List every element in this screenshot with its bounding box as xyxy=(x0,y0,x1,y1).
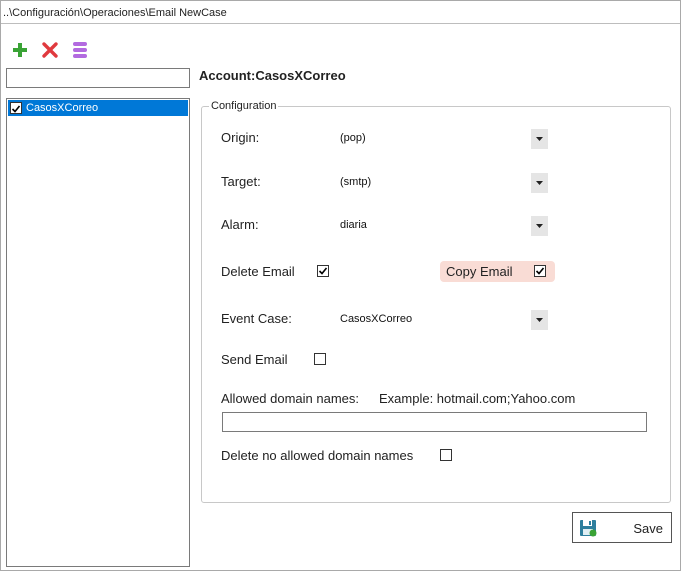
delete-email-label: Delete Email xyxy=(221,264,295,279)
chevron-down-icon[interactable] xyxy=(531,310,548,330)
main-window: ..\Configuración\Operaciones\Email NewCa… xyxy=(0,0,681,571)
event-case-select[interactable]: CasosXCorreo xyxy=(338,310,548,330)
save-button[interactable]: Save xyxy=(572,512,672,543)
alarm-label: Alarm: xyxy=(221,217,259,232)
account-title: Account:CasosXCorreo xyxy=(199,68,346,83)
alarm-value: diaria xyxy=(340,219,367,231)
alarm-select[interactable]: diaria xyxy=(338,216,548,236)
event-case-value: CasosXCorreo xyxy=(340,313,413,325)
tree-item-checkbox[interactable] xyxy=(10,102,22,114)
delete-no-allowed-label: Delete no allowed domain names xyxy=(221,448,414,463)
window-title: ..\Configuración\Operaciones\Email NewCa… xyxy=(1,1,680,24)
plus-icon[interactable] xyxy=(11,41,29,59)
target-value: (smtp) xyxy=(340,176,372,188)
tree-item-casosxcorreo[interactable]: CasosXCorreo xyxy=(8,100,188,116)
event-case-label: Event Case: xyxy=(221,311,292,326)
copy-email-checkbox[interactable] xyxy=(534,265,546,277)
tree-item-label: CasosXCorreo xyxy=(26,102,99,114)
origin-value: (pop) xyxy=(340,132,366,144)
target-select[interactable]: (smtp) xyxy=(338,173,548,193)
send-email-checkbox[interactable] xyxy=(314,353,326,365)
send-email-label: Send Email xyxy=(221,352,288,367)
save-label: Save xyxy=(633,521,663,536)
chevron-down-icon[interactable] xyxy=(531,216,548,236)
x-icon[interactable] xyxy=(41,41,59,59)
configuration-group: Configuration Origin: (pop) Target: (smt… xyxy=(201,100,671,503)
floppy-disk-icon xyxy=(579,519,597,540)
target-label: Target: xyxy=(221,174,261,189)
account-tree[interactable]: CasosXCorreo xyxy=(6,98,190,567)
chevron-down-icon[interactable] xyxy=(531,129,548,149)
copy-email-label: Copy Email xyxy=(446,264,513,279)
allowed-domains-label: Allowed domain names: xyxy=(221,391,360,406)
allowed-domains-example: Example: hotmail.com;Yahoo.com xyxy=(379,391,576,406)
database-icon[interactable] xyxy=(71,41,89,59)
search-input[interactable] xyxy=(6,68,190,88)
origin-label: Origin: xyxy=(221,130,260,145)
configuration-legend: Configuration xyxy=(209,100,279,112)
allowed-domains-input[interactable] xyxy=(222,412,647,432)
delete-email-checkbox[interactable] xyxy=(317,265,329,277)
delete-no-allowed-checkbox[interactable] xyxy=(440,449,452,461)
chevron-down-icon[interactable] xyxy=(531,173,548,193)
origin-select[interactable]: (pop) xyxy=(338,129,548,149)
